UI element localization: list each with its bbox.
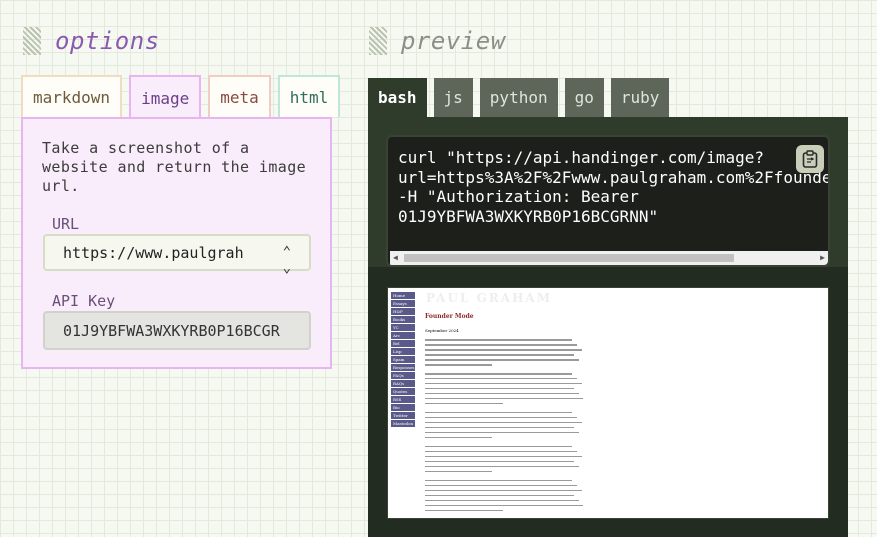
preview-panel: curl "https://api.handinger.com/image? ur… <box>368 117 848 537</box>
url-select[interactable]: https://www.paulgrah ⌃ ⌄ <box>43 234 311 276</box>
text-line <box>425 426 574 429</box>
url-value: https://www.paulgrah <box>63 243 244 262</box>
screenshot-nav-item: Responses <box>391 364 415 371</box>
copy-button[interactable] <box>796 145 824 173</box>
text-line <box>425 470 493 473</box>
tab-js[interactable]: js <box>433 78 473 117</box>
screenshot-logo: PAUL GRAHAM <box>426 291 553 305</box>
tab-ruby[interactable]: ruby <box>610 78 670 117</box>
text-line <box>425 460 574 463</box>
text-line <box>425 353 574 356</box>
tab-bash[interactable]: bash <box>368 78 427 117</box>
code-line: 01J9YBFWA3WXKYRB0P16BCGRNN" <box>398 206 659 226</box>
tab-markdown[interactable]: markdown <box>21 75 123 117</box>
tab-meta[interactable]: meta <box>208 75 271 117</box>
url-label: URL <box>52 215 80 233</box>
text-line <box>425 348 582 351</box>
screenshot-nav-item: Home <box>391 292 415 299</box>
image-description: Take a screenshot of a website and retur… <box>42 139 307 195</box>
tab-python[interactable]: python <box>479 78 558 117</box>
options-panel: Take a screenshot of a website and retur… <box>21 117 332 369</box>
hatch-icon <box>23 27 41 55</box>
options-header: options <box>23 26 160 56</box>
text-line <box>425 431 579 434</box>
select-chevron-icon: ⌃ ⌄ <box>282 244 291 276</box>
preview-tabs: bash js python go ruby <box>368 78 676 117</box>
text-line <box>425 499 579 502</box>
text-line <box>425 392 579 395</box>
screenshot-nav: Home Essays H&P Books YC Arc Bel Lisp Spam Respon… <box>391 292 415 428</box>
text-line <box>425 363 493 366</box>
preview-title: preview <box>401 27 506 55</box>
screenshot-nav-item: Books <box>391 316 415 323</box>
screenshot-nav-item: YC <box>391 324 415 331</box>
scroll-right-icon[interactable]: ▶ <box>820 253 825 262</box>
screenshot-date: September 2024 <box>425 328 459 333</box>
screenshot-title: Founder Mode <box>425 313 474 320</box>
screenshot-nav-item: Lisp <box>391 348 415 355</box>
tab-go[interactable]: go <box>564 78 604 117</box>
text-line <box>425 382 582 385</box>
options-title: options <box>55 27 160 55</box>
text-line <box>425 509 504 512</box>
text-line <box>425 455 582 458</box>
tab-image[interactable]: image <box>129 75 202 119</box>
text-line <box>425 450 577 453</box>
screenshot-nav-item: RSS <box>391 396 415 403</box>
text-line <box>425 465 579 468</box>
screenshot-nav-item: Arc <box>391 332 415 339</box>
text-line <box>425 479 573 482</box>
code-line: url=https%3A%2F%2Fwww.paulgraham.com%2Ff… <box>398 167 830 187</box>
tab-html[interactable]: html <box>277 75 341 117</box>
code-text: curl "https://api.handinger.com/image? ur… <box>398 148 830 226</box>
screenshot-nav-item: Essays <box>391 300 415 307</box>
text-line <box>425 504 584 507</box>
code-line: -H "Authorization: Bearer <box>398 187 639 206</box>
text-line <box>425 402 504 405</box>
text-line <box>425 489 582 492</box>
text-line <box>425 494 574 497</box>
preview-header: preview <box>369 26 506 56</box>
code-line: curl "https://api.handinger.com/image? <box>398 148 765 167</box>
api-key-input[interactable]: 01J9YBFWA3WXKYRB0P16BCGR <box>43 311 311 350</box>
screenshot-nav-item: Mastodon <box>391 420 415 427</box>
text-line <box>425 519 572 520</box>
screenshot-nav-item: Bel <box>391 340 415 347</box>
screenshot-area: Home Essays H&P Books YC Arc Bel Lisp Spam Respon… <box>368 267 848 537</box>
text-line <box>425 411 573 414</box>
screenshot-nav-item: RAQs <box>391 380 415 387</box>
text-line <box>425 339 573 341</box>
screenshot-nav-item: H&P <box>391 308 415 315</box>
screenshot-nav-item: FAQs <box>391 372 415 379</box>
screenshot-preview: Home Essays H&P Books YC Arc Bel Lisp Spam Respon… <box>387 287 829 519</box>
text-line <box>425 372 573 375</box>
options-tabs: markdown image meta html <box>21 75 347 119</box>
text-line <box>425 387 574 390</box>
text-line <box>425 445 573 448</box>
scrollbar-thumb[interactable] <box>404 254 734 262</box>
screenshot-nav-item: Spam <box>391 356 415 363</box>
text-line <box>425 416 577 419</box>
api-key-label: API Key <box>52 292 116 310</box>
code-block[interactable]: curl "https://api.handinger.com/image? ur… <box>386 135 830 267</box>
text-line <box>425 421 582 424</box>
hatch-icon <box>369 27 387 55</box>
text-line <box>425 358 579 361</box>
text-line <box>425 377 577 380</box>
scroll-left-icon[interactable]: ◀ <box>393 253 398 262</box>
text-line <box>425 484 577 487</box>
text-line <box>425 436 493 439</box>
text-line <box>425 343 577 346</box>
screenshot-nav-item: Twitter <box>391 412 415 419</box>
clipboard-icon <box>802 150 818 168</box>
screenshot-nav-item: Bio <box>391 404 415 411</box>
screenshot-body-text <box>425 339 585 520</box>
text-line <box>425 397 584 400</box>
screenshot-nav-item: Quotes <box>391 388 415 395</box>
horizontal-scrollbar[interactable]: ◀ ▶ <box>390 251 828 265</box>
